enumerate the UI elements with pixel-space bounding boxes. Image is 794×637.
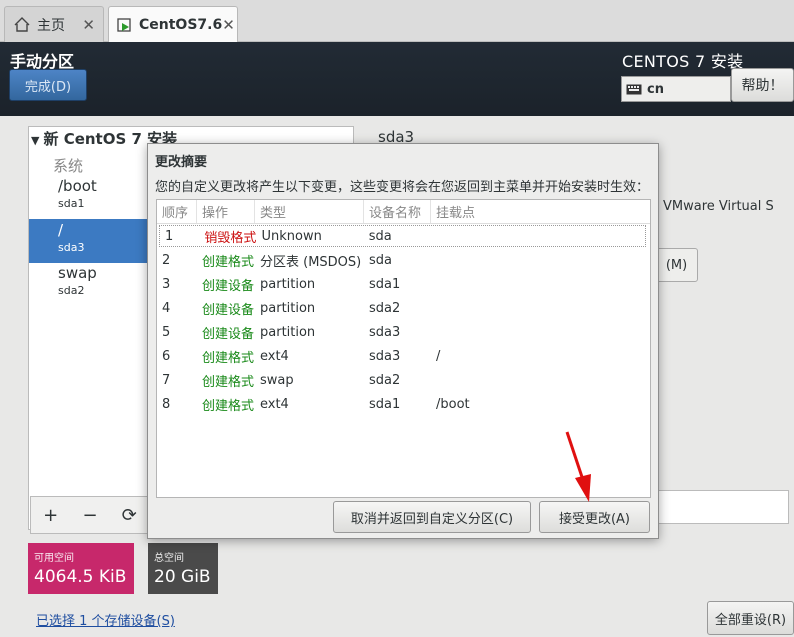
dialog-description: 您的自定义更改将产生以下变更，这些变更将会在您返回到主菜单并开始安装时生效： (155, 180, 650, 195)
column-header[interactable]: 类型 (255, 200, 364, 223)
type-cell: partition (260, 276, 316, 292)
device-cell: sda (368, 228, 392, 244)
tab-centos[interactable]: CentOS7.6 ✕ (108, 6, 238, 42)
keyboard-layout-label: cn (647, 81, 664, 97)
action-cell: 创建格式 (202, 374, 255, 390)
type-cell: swap (260, 372, 294, 388)
action-cell: 创建设备 (202, 278, 255, 294)
home-icon (13, 17, 31, 33)
done-button[interactable]: 完成(D) (9, 69, 87, 101)
type-cell: 分区表 (MSDOS) (260, 254, 362, 270)
cancel-return-button[interactable]: 取消并返回到自定义分区(C) (333, 501, 531, 533)
order-cell: 1 (165, 228, 174, 244)
order-cell: 5 (162, 324, 171, 340)
action-cell: 销毁格式 (204, 230, 257, 246)
type-cell: partition (260, 324, 316, 340)
system-group-label: 系统 (53, 157, 84, 175)
order-cell: 4 (162, 300, 171, 316)
type-cell: partition (260, 300, 316, 316)
device-cell: sda2 (369, 372, 401, 388)
table-row[interactable]: 1 销毁格式 Unknown sda (159, 225, 646, 247)
annotation-arrow-icon (565, 431, 591, 502)
table-row[interactable]: 8 创建格式 ext4 sda1/boot (157, 393, 650, 415)
action-cell: 创建格式 (202, 350, 255, 366)
order-cell: 6 (162, 348, 171, 364)
device-cell: sda (369, 252, 392, 268)
keyboard-layout-indicator[interactable]: cn (621, 76, 731, 102)
partition-toolbar: + − ⟳ (30, 496, 150, 534)
order-cell: 2 (162, 252, 171, 268)
table-header: 顺序 操作 类型 设备名称 挂载点 (157, 200, 650, 224)
add-partition-button[interactable]: + (31, 505, 70, 526)
device-description: VMware Virtual S (663, 199, 774, 214)
free-space-value: 4064.5 KiB (34, 567, 127, 587)
close-icon[interactable]: ✕ (222, 16, 235, 34)
refresh-button[interactable]: ⟳ (110, 505, 149, 526)
tab-bar: 主页 ✕ CentOS7.6 ✕ (0, 0, 794, 42)
mount-cell: /boot (436, 396, 470, 412)
device-cell: sda2 (369, 300, 401, 316)
table-row[interactable]: 2 创建格式 分区表 (MSDOS) sda (157, 249, 650, 271)
help-button[interactable]: 帮助！ (731, 68, 794, 102)
device-cell: sda3 (369, 324, 401, 340)
order-cell: 3 (162, 276, 171, 292)
column-header[interactable]: 操作 (197, 200, 255, 223)
remove-partition-button[interactable]: − (70, 505, 109, 526)
type-cell: Unknown (261, 228, 322, 244)
modify-button[interactable]: (M) (655, 248, 698, 282)
accept-changes-button[interactable]: 接受更改(A) (539, 501, 650, 533)
device-cell: sda1 (369, 276, 401, 292)
expander-icon[interactable]: ▼ (31, 134, 39, 147)
device-cell: sda1 (369, 396, 401, 412)
device-cell: sda3 (369, 348, 401, 364)
table-row[interactable]: 4 创建设备 partition sda2 (157, 297, 650, 319)
order-cell: 7 (162, 372, 171, 388)
type-cell: ext4 (260, 348, 289, 364)
table-row[interactable]: 6 创建格式 ext4 sda3 / (157, 345, 650, 367)
column-header[interactable]: 设备名称 (364, 200, 431, 223)
tab-centos-label: CentOS7.6 (139, 16, 223, 33)
table-row[interactable]: 5 创建设备 partition sda3 (157, 321, 650, 343)
type-cell: ext4 (260, 396, 289, 412)
reset-all-button[interactable]: 全部重设(R) (707, 601, 794, 635)
table-row[interactable]: 7 创建格式 swap sda2 (157, 369, 650, 391)
tab-home-label: 主页 (37, 17, 65, 34)
vm-icon (117, 17, 133, 33)
installer-header: 手动分区 完成(D) CENTOS 7 安装 cn 帮助！ (0, 42, 794, 116)
free-space-badge: 可用空间 4064.5 KiB (28, 543, 134, 594)
label-field[interactable] (655, 490, 789, 524)
action-cell: 创建设备 (202, 326, 255, 342)
action-cell: 创建格式 (202, 398, 255, 414)
total-space-badge: 总空间 20 GiB (148, 543, 218, 594)
total-space-value: 20 GiB (154, 567, 211, 587)
table-row[interactable]: 3 创建设备 partition sda1 (157, 273, 650, 295)
column-header[interactable]: 顺序 (157, 200, 197, 223)
selected-devices-link[interactable]: 已选择 1 个存储设备(S) (36, 610, 175, 629)
order-cell: 8 (162, 396, 171, 412)
close-icon[interactable]: ✕ (82, 16, 95, 34)
dialog-title: 更改摘要 (155, 155, 208, 170)
action-cell: 创建设备 (202, 302, 255, 318)
action-cell: 创建格式 (202, 254, 255, 270)
free-space-label: 可用空间 (34, 553, 74, 564)
total-space-label: 总空间 (154, 553, 184, 564)
column-header[interactable]: 挂载点 (431, 200, 650, 223)
keyboard-icon (626, 84, 642, 95)
product-title: CENTOS 7 安装 (622, 52, 744, 71)
mount-cell: / (436, 348, 441, 364)
tab-home[interactable]: 主页 ✕ (4, 6, 104, 42)
